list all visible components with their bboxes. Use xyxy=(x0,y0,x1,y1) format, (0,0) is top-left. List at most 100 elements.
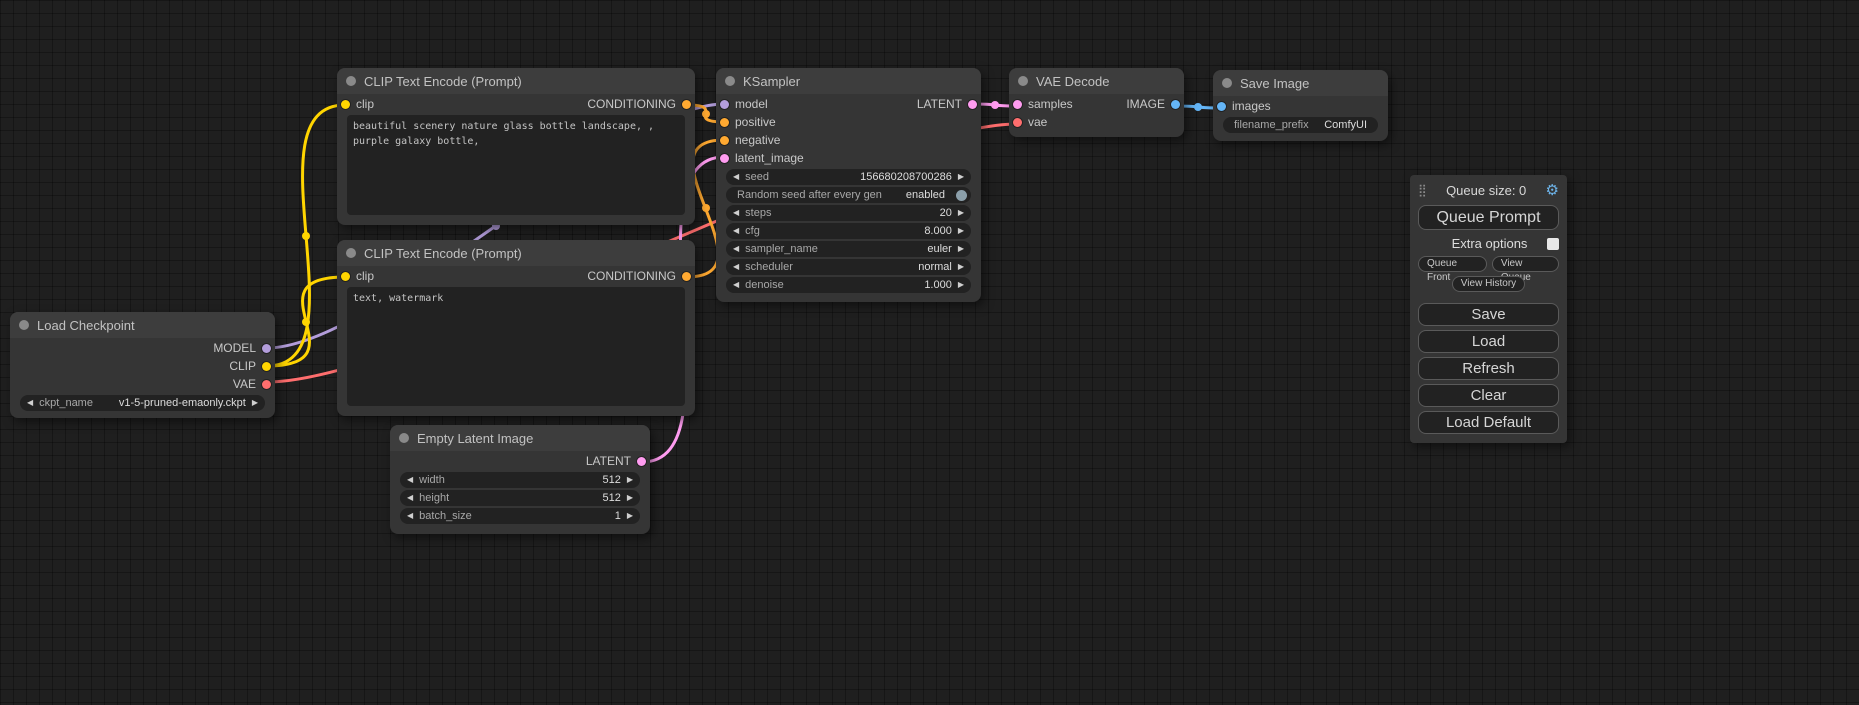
decrement-arrow-icon[interactable]: ◀ xyxy=(27,399,33,407)
collapse-dot[interactable] xyxy=(346,76,356,86)
link-midpoint-dot xyxy=(302,318,310,326)
model-output-dot[interactable] xyxy=(262,344,271,353)
widget-width[interactable]: ◀ width 512 ▶ xyxy=(400,472,640,488)
slot-row: positive xyxy=(716,113,981,131)
widget-random-seed-toggle[interactable]: Random seed after every gen enabled xyxy=(726,187,971,203)
floating-menu: ⣿ Queue size: 0 ⚙ Queue Prompt Extra opt… xyxy=(1410,175,1567,443)
vae-input-dot[interactable] xyxy=(1013,118,1022,127)
widget-height[interactable]: ◀ height 512 ▶ xyxy=(400,490,640,506)
prompt-textarea[interactable]: beautiful scenery nature glass bottle la… xyxy=(347,115,685,215)
widget-ckpt-name[interactable]: ◀ ckpt_name v1-5-pruned-emaonly.ckpt ▶ xyxy=(20,395,265,411)
widget-cfg[interactable]: ◀ cfg 8.000 ▶ xyxy=(726,223,971,239)
increment-arrow-icon[interactable]: ▶ xyxy=(958,227,964,235)
node-title: Load Checkpoint xyxy=(37,318,135,333)
extra-options-checkbox[interactable] xyxy=(1547,238,1559,250)
extra-options-row: Extra options xyxy=(1418,236,1559,251)
queue-prompt-button[interactable]: Queue Prompt xyxy=(1418,205,1559,230)
node-title: VAE Decode xyxy=(1036,74,1109,89)
widget-filename-prefix[interactable]: filename_prefix ComfyUI xyxy=(1223,117,1378,133)
output-slot-vae: VAE xyxy=(10,375,275,393)
decrement-arrow-icon[interactable]: ◀ xyxy=(407,512,413,520)
negative-input-dot[interactable] xyxy=(720,136,729,145)
increment-arrow-icon[interactable]: ▶ xyxy=(627,512,633,520)
node-title: Empty Latent Image xyxy=(417,431,533,446)
collapse-dot[interactable] xyxy=(725,76,735,86)
decrement-arrow-icon[interactable]: ◀ xyxy=(733,227,739,235)
samples-input-dot[interactable] xyxy=(1013,100,1022,109)
slot-row: samples IMAGE xyxy=(1009,95,1184,113)
clip-input-dot[interactable] xyxy=(341,272,350,281)
node-ksampler[interactable]: KSampler model LATENT positive xyxy=(716,68,981,302)
latent-image-input-dot[interactable] xyxy=(720,154,729,163)
collapse-dot[interactable] xyxy=(1222,78,1232,88)
node-clip-text-encode-positive[interactable]: CLIP Text Encode (Prompt) clip CONDITION… xyxy=(337,68,695,225)
increment-arrow-icon[interactable]: ▶ xyxy=(627,494,633,502)
latent-output-dot[interactable] xyxy=(637,457,646,466)
node-clip-text-encode-negative[interactable]: CLIP Text Encode (Prompt) clip CONDITION… xyxy=(337,240,695,416)
drag-handle-icon[interactable]: ⣿ xyxy=(1418,183,1427,197)
widget-denoise[interactable]: ◀ denoise 1.000 ▶ xyxy=(726,277,971,293)
widget-batch-size[interactable]: ◀ batch_size 1 ▶ xyxy=(400,508,640,524)
decrement-arrow-icon[interactable]: ◀ xyxy=(733,263,739,271)
clip-input-dot[interactable] xyxy=(341,100,350,109)
slot-row: clip CONDITIONING xyxy=(337,267,695,285)
node-vae-decode[interactable]: VAE Decode samples IMAGE vae xyxy=(1009,68,1184,137)
node-save-image[interactable]: Save Image images filename_prefix ComfyU… xyxy=(1213,70,1388,141)
decrement-arrow-icon[interactable]: ◀ xyxy=(733,245,739,253)
node-title-bar[interactable]: Save Image xyxy=(1213,70,1388,96)
increment-arrow-icon[interactable]: ▶ xyxy=(627,476,633,484)
refresh-button[interactable]: Refresh xyxy=(1418,357,1559,380)
clear-button[interactable]: Clear xyxy=(1418,384,1559,407)
image-output-dot[interactable] xyxy=(1171,100,1180,109)
vae-output-dot[interactable] xyxy=(262,380,271,389)
decrement-arrow-icon[interactable]: ◀ xyxy=(407,494,413,502)
positive-input-dot[interactable] xyxy=(720,118,729,127)
decrement-arrow-icon[interactable]: ◀ xyxy=(407,476,413,484)
link-midpoint-dot xyxy=(702,110,710,118)
increment-arrow-icon[interactable]: ▶ xyxy=(958,245,964,253)
collapse-dot[interactable] xyxy=(399,433,409,443)
decrement-arrow-icon[interactable]: ◀ xyxy=(733,281,739,289)
node-title-bar[interactable]: CLIP Text Encode (Prompt) xyxy=(337,68,695,94)
node-title-bar[interactable]: Load Checkpoint xyxy=(10,312,275,338)
increment-arrow-icon[interactable]: ▶ xyxy=(958,263,964,271)
widget-seed[interactable]: ◀ seed 156680208700286 ▶ xyxy=(726,169,971,185)
latent-output-dot[interactable] xyxy=(968,100,977,109)
node-title: Save Image xyxy=(1240,76,1309,91)
increment-arrow-icon[interactable]: ▶ xyxy=(958,281,964,289)
node-title-bar[interactable]: Empty Latent Image xyxy=(390,425,650,451)
widget-sampler-name[interactable]: ◀ sampler_name euler ▶ xyxy=(726,241,971,257)
increment-arrow-icon[interactable]: ▶ xyxy=(252,399,258,407)
load-default-button[interactable]: Load Default xyxy=(1418,411,1559,434)
slot-row: negative xyxy=(716,131,981,149)
collapse-dot[interactable] xyxy=(346,248,356,258)
node-title-bar[interactable]: VAE Decode xyxy=(1009,68,1184,94)
increment-arrow-icon[interactable]: ▶ xyxy=(958,173,964,181)
queue-front-button[interactable]: Queue Front xyxy=(1418,256,1487,272)
conditioning-output-dot[interactable] xyxy=(682,272,691,281)
view-queue-button[interactable]: View Queue xyxy=(1492,256,1559,272)
prompt-textarea[interactable]: text, watermark xyxy=(347,287,685,406)
conditioning-output-dot[interactable] xyxy=(682,100,691,109)
collapse-dot[interactable] xyxy=(1018,76,1028,86)
node-title-bar[interactable]: KSampler xyxy=(716,68,981,94)
toggle-knob[interactable] xyxy=(956,190,967,201)
settings-gear-icon[interactable]: ⚙ xyxy=(1546,181,1559,199)
slot-row: model LATENT xyxy=(716,95,981,113)
clip-output-dot[interactable] xyxy=(262,362,271,371)
view-history-button[interactable]: View History xyxy=(1452,276,1525,292)
save-button[interactable]: Save xyxy=(1418,303,1559,326)
node-canvas[interactable]: Load Checkpoint MODEL CLIP VAE xyxy=(0,0,1859,705)
widget-scheduler[interactable]: ◀ scheduler normal ▶ xyxy=(726,259,971,275)
load-button[interactable]: Load xyxy=(1418,330,1559,353)
collapse-dot[interactable] xyxy=(19,320,29,330)
widget-steps[interactable]: ◀ steps 20 ▶ xyxy=(726,205,971,221)
images-input-dot[interactable] xyxy=(1217,102,1226,111)
node-title-bar[interactable]: CLIP Text Encode (Prompt) xyxy=(337,240,695,266)
decrement-arrow-icon[interactable]: ◀ xyxy=(733,209,739,217)
model-input-dot[interactable] xyxy=(720,100,729,109)
increment-arrow-icon[interactable]: ▶ xyxy=(958,209,964,217)
node-load-checkpoint[interactable]: Load Checkpoint MODEL CLIP VAE xyxy=(10,312,275,418)
decrement-arrow-icon[interactable]: ◀ xyxy=(733,173,739,181)
node-empty-latent-image[interactable]: Empty Latent Image LATENT ◀ width 512 ▶ … xyxy=(390,425,650,534)
